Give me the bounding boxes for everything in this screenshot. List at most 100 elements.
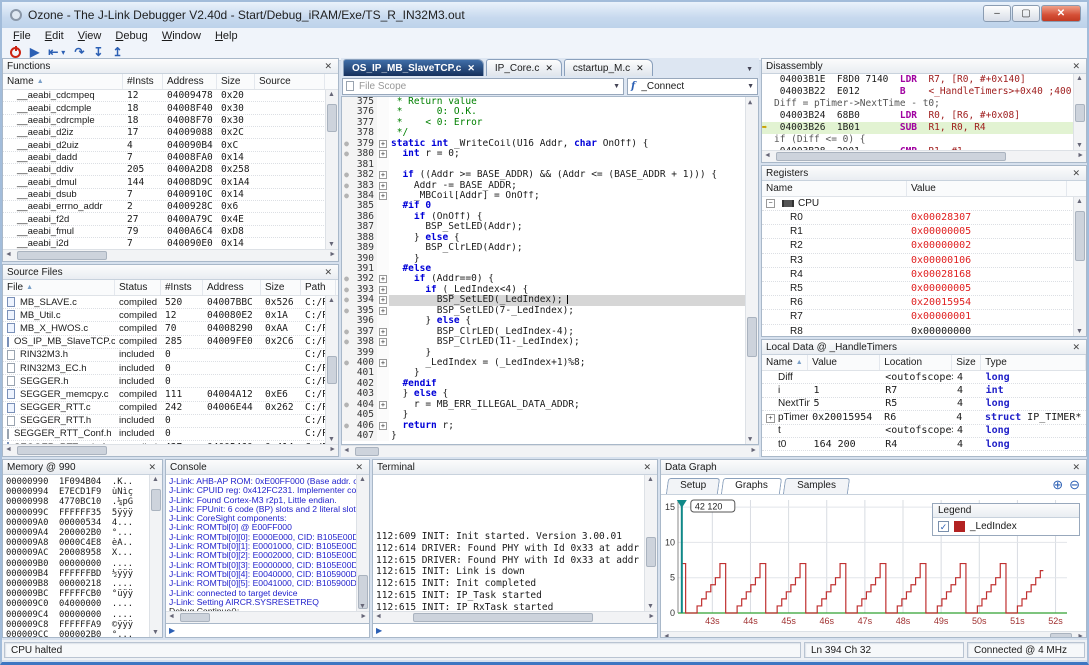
code-line[interactable]: ●406+ return r; [342, 421, 758, 431]
breakpoint-margin[interactable]: ● [342, 139, 351, 149]
table-row[interactable]: __aeabi_dsub70400910C0x14 [3, 189, 338, 201]
breakpoint-margin[interactable]: ● [342, 274, 351, 284]
table-row[interactable]: __aeabi_cdcmpeq12040094780x20 [3, 90, 338, 102]
column-header[interactable]: #Insts [161, 280, 203, 295]
functions-vscrollbar[interactable] [325, 90, 338, 249]
disassembly-hscrollbar[interactable] [762, 150, 1086, 162]
column-header[interactable]: File▲ [3, 280, 115, 295]
table-row[interactable]: MB_X_HWOS.ccompiled70040082900xAAC:/Pro [3, 322, 338, 335]
title-bar[interactable]: Ozone - The J-Link Debugger V2.40d - Sta… [2, 2, 1087, 28]
close-button[interactable]: ✕ [1041, 5, 1081, 22]
close-icon[interactable]: ✕ [1072, 168, 1082, 179]
fold-margin[interactable]: + [377, 358, 389, 368]
expand-icon[interactable]: + [379, 192, 387, 200]
variable-row[interactable]: Diff<outofscope>4long [762, 371, 1086, 384]
breakpoint-margin[interactable]: ● [342, 400, 351, 410]
close-icon[interactable]: ✕ [643, 462, 653, 473]
memory-row[interactable]: 000009C4 00000000 .... [6, 610, 160, 620]
code-line[interactable]: ●395+ BSP_SetLED(7-_LedIndex); [342, 306, 758, 316]
reset-dropdown-icon[interactable]: ▾ [61, 48, 65, 57]
code-line[interactable]: ●400+ _LedIndex = (_LedIndex+1)%8; [342, 358, 758, 368]
breakpoint-margin[interactable] [342, 264, 351, 274]
fold-margin[interactable]: + [377, 285, 389, 295]
fold-margin[interactable]: + [377, 337, 389, 347]
data-graph-plot[interactable]: 05101543s44s45s46s47s48s49s50s51s52s42 1… [661, 494, 1086, 631]
memory-row[interactable]: 000009A0 00000534 4... [6, 518, 160, 528]
source-files-header[interactable]: File▲Status#InstsAddressSizePath [3, 280, 338, 296]
fold-margin[interactable] [377, 128, 389, 138]
expand-icon[interactable]: + [379, 422, 387, 430]
column-header[interactable]: Name▲ [762, 355, 808, 370]
code-line[interactable]: ●380+ int r = 0; [342, 149, 758, 159]
variable-row[interactable]: t0164 200R44long [762, 438, 1086, 451]
editor-vscrollbar[interactable] [745, 97, 758, 444]
expand-icon[interactable]: + [379, 150, 387, 158]
table-row[interactable]: MB_SLAVE.ccompiled52004007BBC0x526C:/Pro [3, 296, 338, 309]
tab-ip-core-c[interactable]: IP_Core.c✕ [486, 59, 562, 76]
legend-checkbox[interactable]: ✓ [938, 521, 949, 532]
disassembly-listing[interactable]: 04003B1E F8D0 7140 LDR R7, [R0, #+0x140]… [762, 74, 1086, 150]
breakpoint-margin[interactable]: ● [342, 170, 351, 180]
collapse-icon[interactable]: − [766, 199, 775, 208]
column-header[interactable]: Name▲ [3, 74, 123, 89]
column-header[interactable]: Size [261, 280, 301, 295]
disassembly-line[interactable]: ➨ 04003B26 1B01 SUB R1, R0, R4 [762, 122, 1086, 134]
breakpoint-margin[interactable] [342, 212, 351, 222]
table-row[interactable]: __aeabi_cdrcmple1804008F700x30 [3, 115, 338, 127]
code-line[interactable]: ●398+ BSP_ClrLED(11-_LedIndex); [342, 337, 758, 347]
zoom-out-icon[interactable]: ⊖ [1069, 477, 1080, 493]
column-header[interactable]: Status [115, 280, 161, 295]
code-line[interactable]: ●379+static int _WriteCoil(U16 Addr, cha… [342, 139, 758, 149]
fold-margin[interactable] [377, 379, 389, 389]
fold-margin[interactable] [377, 410, 389, 420]
close-icon[interactable]: ✕ [324, 267, 334, 278]
register-row[interactable]: R40x00028168 [762, 268, 1086, 282]
expand-icon[interactable]: + [379, 275, 387, 283]
code-line[interactable]: ●382+ if ((Addr >= BASE_ADDR) && (Addr <… [342, 170, 758, 180]
tab-close-icon[interactable]: ✕ [636, 63, 644, 74]
minimize-button[interactable]: – [983, 5, 1011, 22]
disassembly-line[interactable]: 04003B24 68B0 LDR R0, [R6, #+0x08] [762, 110, 1086, 122]
fold-margin[interactable] [377, 118, 389, 128]
column-header[interactable]: Location [880, 355, 952, 370]
table-row[interactable]: __aeabi_fmul790400A6C40xD8 [3, 226, 338, 238]
menu-item-debug[interactable]: Debug [108, 29, 154, 43]
column-header[interactable]: Name [762, 181, 907, 196]
fold-margin[interactable]: + [377, 295, 389, 305]
breakpoint-margin[interactable] [342, 107, 351, 117]
breakpoint-margin[interactable] [342, 316, 351, 326]
expand-icon[interactable]: + [766, 414, 775, 423]
column-header[interactable]: Address [163, 74, 217, 89]
expand-icon[interactable]: + [379, 328, 387, 336]
code-line[interactable]: ●404+ r = MB_ERR_ILLEGAL_DATA_ADDR; [342, 400, 758, 410]
fold-margin[interactable] [377, 107, 389, 117]
expand-icon[interactable]: + [379, 140, 387, 148]
register-row[interactable]: R60x20015954 [762, 296, 1086, 310]
memory-row[interactable]: 000009C0 04000000 .... [6, 599, 160, 609]
code-line[interactable]: 405 } [342, 410, 758, 420]
breakpoint-margin[interactable] [342, 410, 351, 420]
code-line[interactable]: 403 } else { [342, 389, 758, 399]
fold-margin[interactable] [377, 222, 389, 232]
register-row[interactable]: R00x00028307 [762, 211, 1086, 225]
tablist-arrow-icon[interactable]: ▼ [746, 66, 759, 76]
breakpoint-margin[interactable]: ● [342, 421, 351, 431]
table-row[interactable]: SEGGER_RTT.ccompiled24204006E440x262C:/P… [3, 402, 338, 415]
resume-icon[interactable]: ▶ [30, 45, 39, 59]
expand-icon[interactable]: + [379, 182, 387, 190]
terminal-hscrollbar[interactable] [373, 611, 657, 623]
fold-margin[interactable]: + [377, 191, 389, 201]
code-line[interactable]: 391 #else [342, 264, 758, 274]
fold-margin[interactable]: + [377, 421, 389, 431]
code-line[interactable]: 376 * 0: O.K. [342, 107, 758, 117]
register-row[interactable]: R70x00000001 [762, 310, 1086, 324]
fold-margin[interactable] [377, 254, 389, 264]
table-row[interactable]: __aeabi_i2d7040090E00x14 [3, 238, 338, 249]
tab-cstartup-m-c[interactable]: cstartup_M.c✕ [564, 59, 653, 76]
expand-icon[interactable]: + [379, 171, 387, 179]
code-line[interactable]: 389 BSP_ClrLED(Addr); [342, 243, 758, 253]
fold-margin[interactable]: + [377, 181, 389, 191]
fold-margin[interactable] [377, 389, 389, 399]
code-line[interactable]: ●383+ Addr -= BASE_ADDR; [342, 181, 758, 191]
memory-row[interactable]: 00000998 4770BC10 .¼pG [6, 497, 160, 507]
